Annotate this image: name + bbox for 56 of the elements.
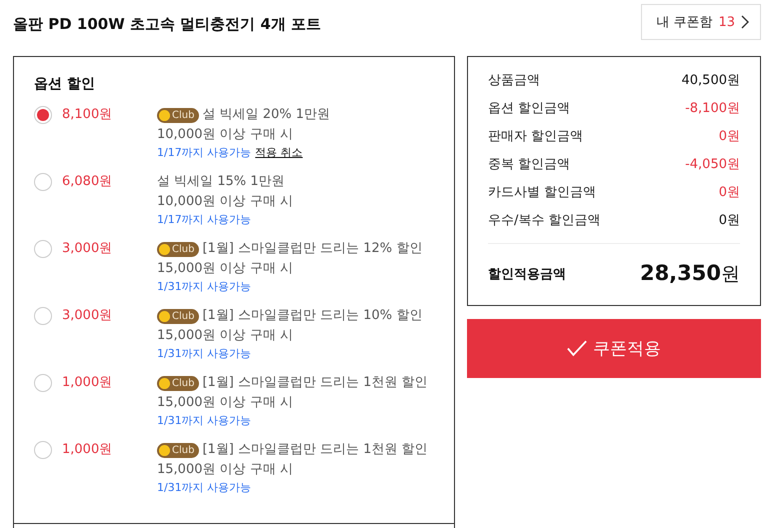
coupon-box-button[interactable]: 내 쿠폰함 13 — [641, 4, 761, 40]
section-heading: 옵션 할인 — [34, 75, 96, 93]
coupon-title: [1월] 스마일클럽만 드리는 1천원 할인 — [202, 441, 428, 459]
coupon-amount: 6,080원 — [62, 173, 114, 191]
product-title: 올판 PD 100W 초고속 멀티충전기 4개 포트 — [13, 14, 322, 34]
coupon-title: 설 빅세일 15% 1만원 — [157, 173, 285, 191]
total-amount: 28,350원 — [640, 261, 740, 287]
radio-button[interactable] — [34, 441, 52, 459]
coupon-condition: 15,000원 이상 구매 시 — [157, 260, 294, 278]
coupon-amount: 8,100원 — [62, 106, 114, 124]
coupon-condition: 15,000원 이상 구매 시 — [157, 394, 294, 412]
radio-button[interactable] — [34, 307, 52, 325]
club-badge: Club — [157, 308, 200, 324]
coupon-expiry: 1/31까지 사용가능 — [157, 481, 252, 494]
club-badge: Club — [157, 442, 200, 458]
summary-label: 판매자 할인금액 — [488, 128, 584, 146]
summary-value: 0원 — [718, 128, 740, 146]
club-badge: Club — [157, 108, 200, 122]
radio-button[interactable] — [34, 240, 52, 258]
summary-value: 40,500원 — [682, 72, 740, 90]
summary-value: 0원 — [718, 212, 740, 230]
coupon-title: 설 빅세일 20% 1만원 — [202, 106, 330, 124]
coupon-amount: 3,000원 — [62, 240, 114, 258]
radio-button[interactable] — [34, 374, 52, 392]
coupon-expiry: 1/31까지 사용가능 — [157, 414, 252, 427]
summary-label: 카드사별 할인금액 — [488, 184, 596, 202]
summary-label: 상품금액 — [488, 72, 540, 90]
apply-coupon-button[interactable]: 쿠폰적용 — [467, 319, 761, 378]
coupon-condition: 15,000원 이상 구매 시 — [157, 327, 294, 345]
summary-value: -8,100원 — [685, 100, 740, 118]
club-badge: Club — [157, 376, 200, 390]
coupon-condition: 10,000원 이상 구매 시 — [157, 126, 294, 144]
coupon-expiry: 1/31까지 사용가능 — [157, 280, 252, 293]
coupon-title: [1월] 스마일클럽만 드리는 12% 할인 — [202, 240, 422, 258]
coupon-expiry: 1/31까지 사용가능 — [157, 347, 252, 360]
coupon-condition: 10,000원 이상 구매 시 — [157, 193, 293, 211]
radio-button[interactable] — [34, 173, 52, 191]
summary-value: 0원 — [718, 184, 740, 202]
total-label: 할인적용금액 — [488, 266, 566, 283]
cancel-link[interactable]: 적용 취소 — [255, 146, 303, 159]
coupon-amount: 1,000원 — [62, 441, 114, 459]
summary-label: 우수/복수 할인금액 — [488, 212, 601, 230]
coupon-condition: 15,000원 이상 구매 시 — [157, 461, 294, 479]
summary-label: 중복 할인금액 — [488, 156, 570, 174]
summary-label: 옵션 할인금액 — [488, 100, 570, 118]
summary-value: -4,050원 — [685, 156, 740, 174]
coupon-amount: 3,000원 — [62, 307, 114, 325]
radio-button[interactable] — [34, 106, 52, 124]
club-badge: Club — [157, 242, 200, 256]
coupon-title: [1월] 스마일클럽만 드리는 10% 할인 — [202, 307, 422, 325]
check-icon — [567, 340, 587, 357]
coupon-expiry: 1/17까지 사용가능 — [157, 213, 252, 226]
coupon-title: [1월] 스마일클럽만 드리는 1천원 할인 — [202, 374, 428, 392]
coupon-amount: 1,000원 — [62, 374, 114, 392]
coupon-expiry: 1/17까지 사용가능 — [157, 146, 252, 159]
chevron-right-icon — [741, 15, 749, 29]
